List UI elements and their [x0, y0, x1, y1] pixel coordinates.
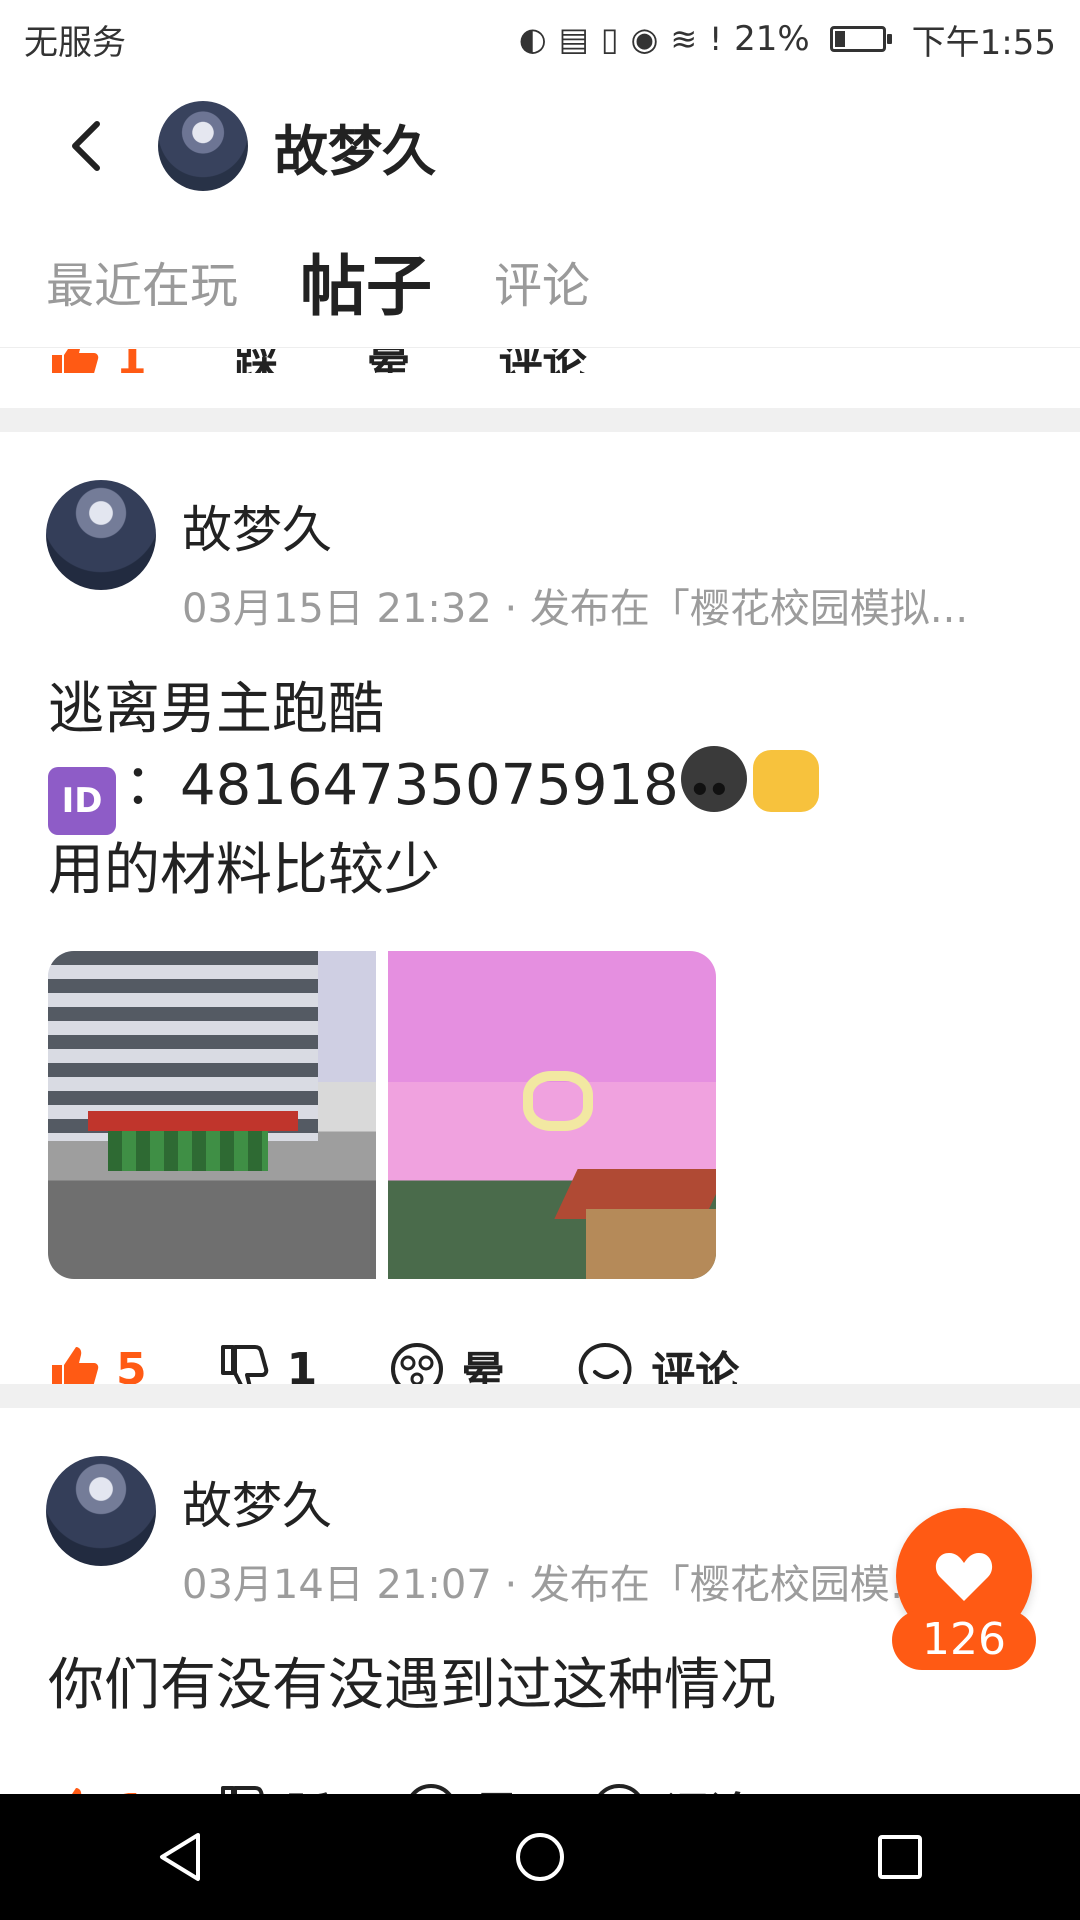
post-images [48, 951, 1080, 1279]
battery-alert-icon: ! [709, 20, 723, 58]
post-image[interactable] [48, 951, 376, 1279]
vibrate-icon: ▯ [600, 20, 619, 58]
post-avatar[interactable] [46, 480, 156, 590]
nav-recents-button[interactable] [840, 1797, 960, 1917]
nav-home-button[interactable] [480, 1797, 600, 1917]
post-id-text: ：481647350759​18 [124, 753, 679, 818]
post-avatar[interactable] [46, 1456, 156, 1566]
profile-header: 故梦久 [0, 78, 1080, 214]
section-divider [0, 1384, 1080, 1408]
dislike-label: 踩 [235, 349, 279, 373]
post-card[interactable]: 故梦久 03月15日 21:32 · 发布在「樱花校园模拟... 逃离男主跑酷 … [0, 480, 1080, 1409]
thumbs-up-icon [48, 349, 100, 373]
post-meta: 03月15日 21:32 · 发布在「樱花校园模拟... [182, 586, 969, 632]
hd-call-icon: ◐ [518, 20, 547, 58]
previous-post-actions: 1 踩 晕 评论 [0, 349, 1080, 373]
nav-back-button[interactable] [120, 1797, 240, 1917]
status-icons: ◐ ▤ ▯ ◉ ≋ ! 21% 下午1:55 [519, 15, 1056, 64]
heart-icon [935, 1553, 993, 1601]
system-nav-bar [0, 1794, 1080, 1920]
nav-home-icon [516, 1833, 564, 1881]
post-meta: 03月14日 21:07 · 发布在「樱花校园模拟... [182, 1562, 962, 1608]
like-count: 1 [116, 349, 147, 373]
back-arrow-icon [72, 121, 100, 171]
carrier-text: 无服务 [24, 22, 126, 63]
eye-icon: ◉ [630, 20, 659, 58]
header-username: 故梦久 [274, 119, 436, 183]
clock: 下午1:55 [911, 22, 1056, 63]
tab-posts[interactable]: 帖子 [300, 233, 432, 329]
id-emoji-icon: ID [48, 767, 116, 835]
fist-emoji-icon [752, 750, 819, 812]
cast-icon: ▤ [558, 20, 589, 58]
post-username[interactable]: 故梦久 [182, 1466, 962, 1538]
dislike-button[interactable]: 踩 [219, 349, 279, 373]
battery-icon [829, 26, 892, 52]
post-username[interactable]: 故梦久 [182, 490, 1042, 562]
wifi-icon: ≋ [670, 20, 698, 58]
battery-percent: 21% [734, 19, 810, 59]
post-text-line: ID ：481647350759​18 [48, 746, 1080, 835]
comment-label: 评论 [499, 349, 587, 373]
smiley-emoji-icon [680, 746, 747, 824]
post-text-line: 用的材料比较少 [48, 838, 440, 903]
tab-recently-played[interactable]: 最近在玩 [46, 246, 238, 316]
nav-back-icon [160, 1833, 200, 1881]
like-button[interactable]: 1 [48, 349, 147, 373]
post-text-line: 逃离男主跑酷 [48, 677, 384, 742]
post-image[interactable] [388, 951, 716, 1279]
profile-tabs: 最近在玩 帖子 评论 [0, 214, 1080, 348]
header-avatar[interactable] [158, 101, 248, 191]
fab-like-count: 126 [892, 1610, 1036, 1670]
dizzy-button[interactable]: 晕 [351, 349, 411, 373]
dizzy-label: 晕 [367, 349, 411, 373]
comment-button[interactable]: 评论 [483, 349, 587, 373]
tab-comments[interactable]: 评论 [494, 246, 590, 316]
status-bar: 无服务 ◐ ▤ ▯ ◉ ≋ ! 21% 下午1:55 [0, 0, 1080, 78]
back-button[interactable] [40, 101, 130, 191]
floating-like-button[interactable]: 126 [892, 1508, 1036, 1670]
post-body[interactable]: 逃离男主跑酷 ID：481647350759​18 用的材料比较少 [48, 674, 1080, 907]
section-divider [0, 408, 1080, 432]
nav-recents-icon [878, 1835, 922, 1879]
